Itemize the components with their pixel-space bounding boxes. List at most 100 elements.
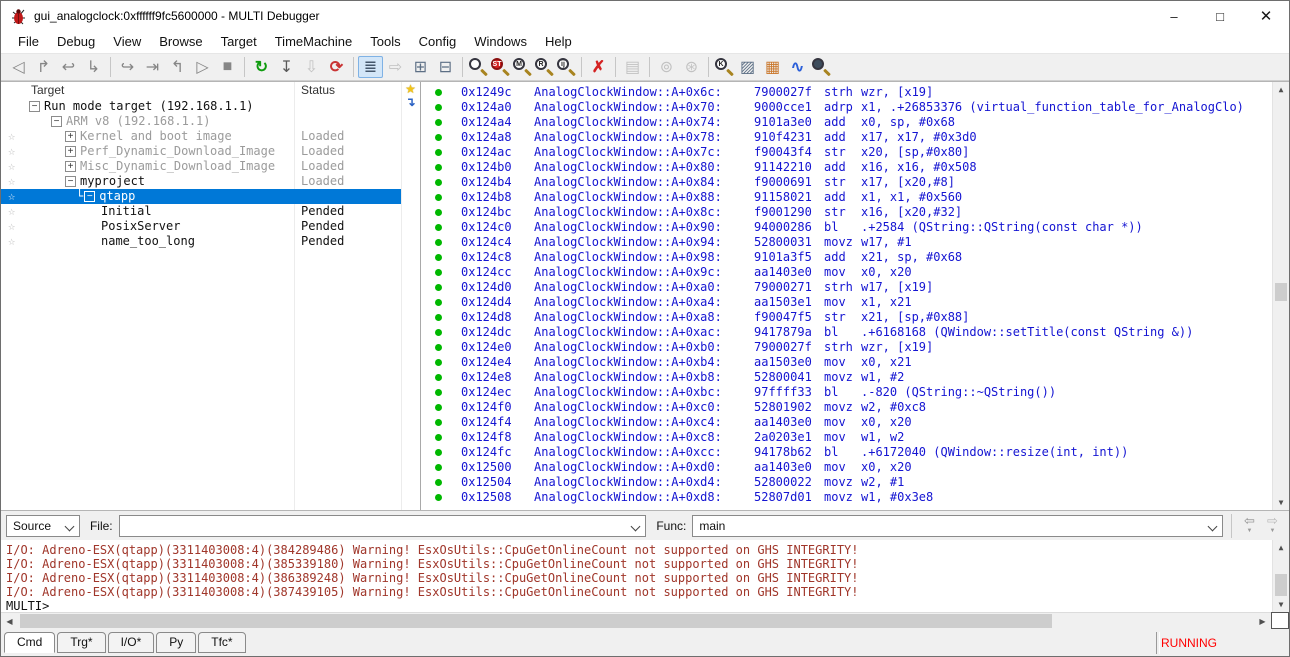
tab-i-o[interactable]: I/O* <box>108 632 155 653</box>
breakpoints-icon[interactable]: ✗ <box>586 56 611 78</box>
asm-row-0x124c0[interactable]: 0x124c0 AnalogClockWindow::A+0x90: 94000… <box>421 220 1271 235</box>
tree-expander-icon[interactable]: − <box>65 176 76 187</box>
asm-row-0x12504[interactable]: 0x12504 AnalogClockWindow::A+0xd4: 52800… <box>421 475 1271 490</box>
tree-expander-icon[interactable]: − <box>51 116 62 127</box>
breakpoint-dot-icon[interactable] <box>435 314 442 321</box>
profiler-icon[interactable]: ∿ <box>785 56 810 78</box>
bookmark-star-icon[interactable]: ☆ <box>8 144 15 159</box>
step-out-icon[interactable]: ↰ <box>165 56 190 78</box>
asm-row-0x124e4[interactable]: 0x124e4 AnalogClockWindow::A+0xb4: aa150… <box>421 355 1271 370</box>
breakpoint-dot-icon[interactable] <box>435 224 442 231</box>
maximize-button[interactable]: □ <box>1197 1 1243 31</box>
tree-row-perf-dynamic-download-image[interactable]: ☆ + Perf_Dynamic_Download_Image Loaded <box>1 144 420 159</box>
disassembly-scrollbar[interactable]: ▲ ▼ <box>1272 82 1289 510</box>
stack-view-icon[interactable]: ST <box>489 56 511 78</box>
restart-icon[interactable]: ⟳ <box>324 56 349 78</box>
step-over-icon[interactable]: ↪ <box>115 56 140 78</box>
asm-row-0x124fc[interactable]: 0x124fc AnalogClockWindow::A+0xcc: 94178… <box>421 445 1271 460</box>
menu-config[interactable]: Config <box>410 31 466 53</box>
menu-timemachine[interactable]: TimeMachine <box>266 31 362 53</box>
asm-row-0x12508[interactable]: 0x12508 AnalogClockWindow::A+0xd8: 52807… <box>421 490 1271 505</box>
asm-row-0x124f0[interactable]: 0x124f0 AnalogClockWindow::A+0xc0: 52801… <box>421 400 1271 415</box>
breakpoint-dot-icon[interactable] <box>435 344 442 351</box>
editor-icon[interactable]: ▤ <box>620 56 645 78</box>
tree-expander-icon[interactable]: − <box>29 101 40 112</box>
breakpoint-dot-icon[interactable] <box>435 449 442 456</box>
breakpoint-dot-icon[interactable] <box>435 494 442 501</box>
asm-row-0x124ac[interactable]: 0x124ac AnalogClockWindow::A+0x7c: f9004… <box>421 145 1271 160</box>
menu-target[interactable]: Target <box>212 31 266 53</box>
menu-debug[interactable]: Debug <box>48 31 104 53</box>
go-icon[interactable]: ↻ <box>249 56 274 78</box>
breakpoint-dot-icon[interactable] <box>435 119 442 126</box>
browse-view-icon[interactable] <box>810 56 832 78</box>
func-combobox[interactable]: main <box>692 515 1223 537</box>
nav-forward-button[interactable]: ⇨▼ <box>1261 515 1284 537</box>
breakpoint-dot-icon[interactable] <box>435 404 442 411</box>
asm-row-0x124f4[interactable]: 0x124f4 AnalogClockWindow::A+0xc4: aa140… <box>421 415 1271 430</box>
tree-expander-icon[interactable]: + <box>65 131 76 142</box>
breakpoint-dot-icon[interactable] <box>435 269 442 276</box>
examine-view-icon[interactable] <box>467 56 489 78</box>
scroll-down-icon[interactable]: ▼ <box>1273 597 1289 612</box>
minimize-button[interactable]: – <box>1151 1 1197 31</box>
breakpoint-dot-icon[interactable] <box>435 299 442 306</box>
breakpoint-dot-icon[interactable] <box>435 389 442 396</box>
breakpoint-dot-icon[interactable] <box>435 89 442 96</box>
breakpoint-dot-icon[interactable] <box>435 434 442 441</box>
asm-row-0x124cc[interactable]: 0x124cc AnalogClockWindow::A+0x9c: aa140… <box>421 265 1271 280</box>
breakpoint-dot-icon[interactable] <box>435 419 442 426</box>
asm-row-0x1249c[interactable]: 0x1249c AnalogClockWindow::A+0x6c: 79000… <box>421 85 1271 100</box>
step-into-icon[interactable]: ⇥ <box>140 56 165 78</box>
back-over-icon[interactable]: ↩ <box>56 56 81 78</box>
breakpoint-dot-icon[interactable] <box>435 284 442 291</box>
scroll-right-icon[interactable]: ▶ <box>1254 613 1271 629</box>
back-out-icon[interactable]: ↱ <box>31 56 56 78</box>
asm-row-0x124a4[interactable]: 0x124a4 AnalogClockWindow::A+0x74: 9101a… <box>421 115 1271 130</box>
asm-row-0x124b0[interactable]: 0x124b0 AnalogClockWindow::A+0x80: 91142… <box>421 160 1271 175</box>
tree-row-arm-v8-192-168-1-1[interactable]: − ARM v8 (192.168.1.1) <box>1 114 420 129</box>
breakpoint-dot-icon[interactable] <box>435 359 442 366</box>
asm-row-0x12500[interactable]: 0x12500 AnalogClockWindow::A+0xd0: aa140… <box>421 460 1271 475</box>
goto-target-icon[interactable]: ↴ <box>405 96 415 109</box>
asm-row-0x124bc[interactable]: 0x124bc AnalogClockWindow::A+0x8c: f9001… <box>421 205 1271 220</box>
console[interactable]: I/O: Adreno-ESX(qtapp)(3311403008:4)(384… <box>1 540 1289 612</box>
menu-view[interactable]: View <box>104 31 150 53</box>
variables-view-icon[interactable]: ij <box>555 56 577 78</box>
asm-row-0x124b8[interactable]: 0x124b8 AnalogClockWindow::A+0x88: 91158… <box>421 190 1271 205</box>
menu-file[interactable]: File <box>9 31 48 53</box>
memory-map-icon[interactable]: ▦ <box>760 56 785 78</box>
tab-trg[interactable]: Trg* <box>57 632 105 653</box>
bookmark-star-icon[interactable]: ☆ <box>8 129 15 144</box>
nav-back-button[interactable]: ⇦▼ <box>1238 515 1261 537</box>
scroll-up-icon[interactable]: ▲ <box>1273 540 1289 555</box>
breakpoint-dot-icon[interactable] <box>435 104 442 111</box>
breakpoint-dot-icon[interactable] <box>435 479 442 486</box>
menu-browse[interactable]: Browse <box>150 31 211 53</box>
asm-row-0x124f8[interactable]: 0x124f8 AnalogClockWindow::A+0xc8: 2a020… <box>421 430 1271 445</box>
tree-expander-icon[interactable]: + <box>65 146 76 157</box>
asm-row-0x124d4[interactable]: 0x124d4 AnalogClockWindow::A+0xa4: aa150… <box>421 295 1271 310</box>
breakpoint-dot-icon[interactable] <box>435 329 442 336</box>
asm-row-0x124b4[interactable]: 0x124b4 AnalogClockWindow::A+0x84: f9000… <box>421 175 1271 190</box>
asm-row-0x124e8[interactable]: 0x124e8 AnalogClockWindow::A+0xb8: 52800… <box>421 370 1271 385</box>
event-analyzer-icon[interactable]: ⊛ <box>679 56 704 78</box>
breakpoint-dot-icon[interactable] <box>435 464 442 471</box>
resume-icon[interactable]: ▷ <box>190 56 215 78</box>
source-mode-select[interactable]: Source <box>6 515 80 537</box>
asm-row-0x124d8[interactable]: 0x124d8 AnalogClockWindow::A+0xa8: f9004… <box>421 310 1271 325</box>
download-icon[interactable]: ↧ <box>274 56 299 78</box>
tree-row-posixserver[interactable]: ☆ PosixServer Pended <box>1 219 420 234</box>
tree-row-myproject[interactable]: ☆ − myproject Loaded <box>1 174 420 189</box>
memory-view-icon[interactable]: M <box>511 56 533 78</box>
launch-window-icon[interactable]: ▨ <box>735 56 760 78</box>
tree-expander-icon[interactable]: − <box>84 191 95 202</box>
asm-row-0x124d0[interactable]: 0x124d0 AnalogClockWindow::A+0xa0: 79000… <box>421 280 1271 295</box>
bookmark-star-icon[interactable]: ☆ <box>8 189 15 204</box>
halt-icon[interactable]: ■ <box>215 56 240 78</box>
asm-row-0x124e0[interactable]: 0x124e0 AnalogClockWindow::A+0xb0: 79000… <box>421 340 1271 355</box>
scroll-up-icon[interactable]: ▲ <box>1273 82 1289 97</box>
registers-view-icon[interactable]: R <box>533 56 555 78</box>
bookmark-star-icon[interactable]: ☆ <box>8 204 15 219</box>
tree-row-initial[interactable]: ☆ Initial Pended <box>1 204 420 219</box>
